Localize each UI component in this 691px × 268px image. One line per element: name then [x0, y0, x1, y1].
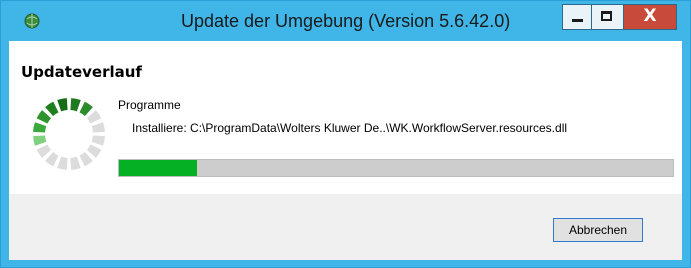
- maximize-icon: [601, 11, 612, 21]
- spinner-segment: [91, 122, 105, 133]
- section-label: Programme: [118, 98, 181, 112]
- loading-spinner-icon: [33, 98, 105, 170]
- update-dialog: Update der Umgebung (Version 5.6.42.0) X…: [0, 0, 691, 268]
- spinner-segment: [79, 101, 93, 117]
- progress-fill: [119, 160, 197, 176]
- close-button[interactable]: X: [624, 4, 677, 30]
- spinner-segment: [36, 144, 52, 158]
- spinner-segment: [70, 156, 81, 170]
- globe-icon: [24, 13, 40, 29]
- progress-heading: Updateverlauf: [21, 63, 142, 81]
- dialog-body: Updateverlauf Programme Installiere: C:\…: [9, 41, 682, 260]
- spinner-segment: [91, 135, 105, 146]
- install-detail: Installiere: C:\ProgramData\Wolters Kluw…: [132, 121, 568, 135]
- minimize-button[interactable]: [562, 4, 592, 30]
- button-bar: Abbrechen: [9, 194, 682, 260]
- title-bar[interactable]: Update der Umgebung (Version 5.6.42.0) X: [1, 1, 690, 41]
- close-icon: X: [643, 6, 657, 26]
- spinner-segment: [86, 110, 102, 124]
- spinner-segment: [33, 122, 47, 133]
- spinner-segment: [45, 151, 59, 167]
- maximize-button[interactable]: [592, 4, 624, 30]
- minimize-icon: [572, 19, 583, 22]
- spinner-segment: [79, 151, 93, 167]
- spinner-segment: [45, 101, 59, 117]
- spinner-segment: [57, 98, 68, 112]
- progress-bar: [118, 159, 674, 177]
- spinner-segment: [36, 110, 52, 124]
- window-title: Update der Umgebung (Version 5.6.42.0): [181, 11, 511, 31]
- spinner-segment: [70, 98, 81, 112]
- spinner-segment: [86, 144, 102, 158]
- cancel-button[interactable]: Abbrechen: [553, 218, 643, 242]
- spinner-segment: [33, 135, 47, 146]
- spinner-segment: [57, 156, 68, 170]
